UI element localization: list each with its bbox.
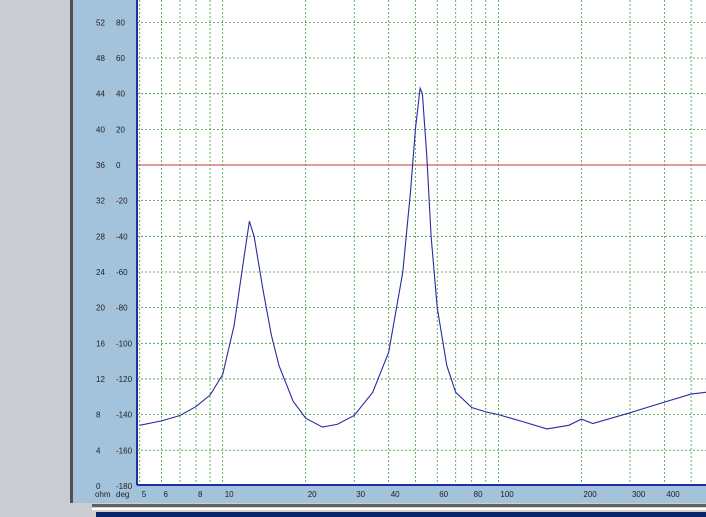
- x-tick-label: 10: [225, 490, 234, 499]
- deg-tick-label: -80: [116, 304, 128, 313]
- x-tick-label: 20: [308, 490, 317, 499]
- ohm-tick-label: 4: [96, 446, 101, 455]
- x-tick-label: 300: [632, 490, 646, 499]
- x-tick-label: 80: [474, 490, 483, 499]
- deg-tick-label: -60: [116, 268, 128, 277]
- x-tick-label: 8: [198, 490, 203, 499]
- deg-tick-label: -40: [116, 232, 128, 241]
- impedance-chart: 52 8048 6044 4040 2036 032 -2028 -4024 -6020 -801…: [70, 0, 706, 503]
- x-tick-label: 60: [439, 490, 448, 499]
- x-tick-label: 400: [666, 490, 680, 499]
- status-strip: [92, 503, 706, 517]
- deg-tick-label: -20: [116, 197, 128, 206]
- ohm-tick-label: 48: [96, 54, 105, 63]
- deg-tick-label: -160: [116, 446, 133, 455]
- frame-border: [70, 0, 73, 503]
- ohm-tick-label: 32: [96, 197, 105, 206]
- x-tick-label: 30: [356, 490, 365, 499]
- deg-tick-label: 40: [116, 90, 125, 99]
- ohm-tick-label: 36: [96, 161, 105, 170]
- ohm-tick-label: 52: [96, 18, 105, 27]
- deg-tick-label: 60: [116, 54, 125, 63]
- deg-tick-label: -140: [116, 411, 133, 420]
- x-tick-label: 6: [164, 490, 169, 499]
- x-tick-label: 5: [142, 490, 147, 499]
- x-tick-label: 100: [500, 490, 514, 499]
- ohm-axis-label: ohm: [95, 490, 111, 499]
- deg-tick-label: 0: [116, 161, 121, 170]
- ohm-tick-label: 8: [96, 411, 101, 420]
- title-bar: [96, 512, 706, 517]
- ohm-tick-label: 12: [96, 375, 105, 384]
- deg-axis-label: deg: [116, 490, 129, 499]
- x-tick-label: 40: [391, 490, 400, 499]
- deg-tick-label: 20: [116, 125, 125, 134]
- deg-tick-label: -120: [116, 375, 133, 384]
- ohm-tick-label: 40: [96, 125, 105, 134]
- ohm-tick-label: 16: [96, 339, 105, 348]
- ohm-tick-label: 20: [96, 304, 105, 313]
- x-tick-label: 200: [583, 490, 597, 499]
- deg-tick-label: 80: [116, 18, 125, 27]
- ohm-tick-label: 44: [96, 90, 105, 99]
- ohm-tick-label: 28: [96, 232, 105, 241]
- deg-tick-label: -100: [116, 339, 133, 348]
- ohm-tick-label: 24: [96, 268, 105, 277]
